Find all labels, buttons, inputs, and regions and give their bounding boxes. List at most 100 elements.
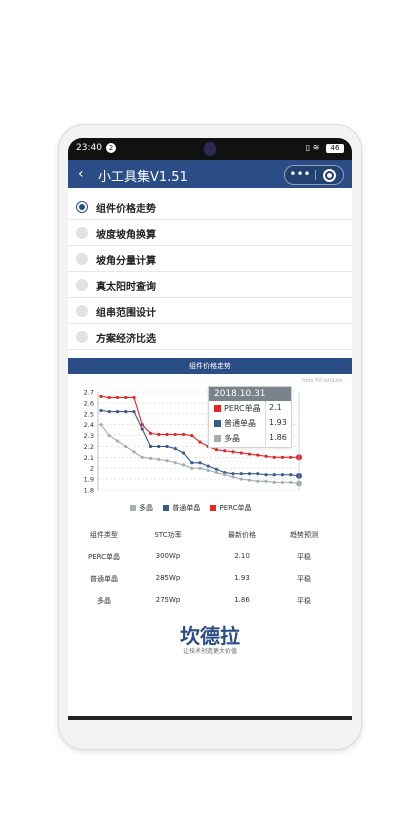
table-header-cell: 最新价格: [228, 531, 256, 539]
y-tick-label: 2: [90, 465, 94, 473]
tool-menu: 组件价格走势 坡度坡角换算 坡角分量计算 真太阳时查询 组串范围设计 方案经济比…: [68, 194, 352, 350]
data-point: [247, 478, 252, 482]
menu-item-plan-compare[interactable]: 方案经济比选: [68, 324, 352, 350]
data-point: [157, 444, 161, 449]
tooltip-divider: [265, 416, 266, 431]
tooltip-divider: [265, 401, 266, 416]
data-point: [264, 479, 268, 483]
data-point: [99, 394, 103, 398]
table-row: 普通单晶 285Wp 1.93 平稳: [68, 570, 352, 592]
price-table: 组件类型 STC功率 最新价格 趋势预测 PERC单晶 300Wp 2.10 平…: [68, 526, 352, 614]
camera-icon: [204, 142, 216, 156]
menu-item-slope-convert[interactable]: 坡度坡角换算: [68, 220, 352, 246]
brand-slogan: 让技术创造更大价值: [182, 648, 237, 655]
app-title: 小工具集V1.51: [98, 170, 188, 185]
data-point: [148, 431, 153, 435]
data-point: [289, 473, 293, 477]
table-cell: 平稳: [297, 575, 311, 583]
tooltip-series-value: 1.93: [269, 418, 287, 427]
data-point: [173, 447, 177, 451]
table-cell: 1.86: [234, 596, 250, 604]
tooltip-series-name: PERC单晶: [224, 404, 261, 413]
data-point: [190, 433, 194, 438]
chart-legend: 多晶 普通单晶 PERC单晶: [130, 503, 260, 513]
data-point: [99, 408, 103, 413]
menu-item-solar-time[interactable]: 真太阳时查询: [68, 272, 352, 298]
data-point: [280, 473, 285, 477]
data-point: [132, 450, 136, 454]
mini-program-capsule: •••: [284, 165, 344, 185]
data-point: [239, 472, 243, 476]
status-bar: 23:40 2 ▯ ≋ 46: [68, 138, 352, 160]
y-tick-label: 2.4: [84, 421, 94, 429]
brand-logo-text: 坎德拉: [180, 624, 240, 648]
wifi-icon: ≋: [312, 143, 320, 152]
table-cell: 普通单晶: [90, 575, 118, 583]
data-point: [289, 480, 293, 484]
section-title-bar: 组件价格走势: [68, 358, 352, 374]
status-time: 23:40: [76, 143, 102, 153]
table-header: 组件类型 STC功率 最新价格 趋势预测: [68, 526, 352, 548]
data-point: [206, 464, 210, 468]
more-dots-icon[interactable]: •••: [285, 166, 315, 184]
data-point: [124, 395, 128, 400]
tooltip-row: PERC单晶 2.1: [209, 401, 291, 416]
data-point: [272, 480, 276, 484]
close-target-icon[interactable]: [323, 169, 336, 182]
radio-icon[interactable]: [76, 305, 88, 317]
data-point: [289, 455, 293, 459]
tooltip-series-name: 普通单晶: [224, 419, 256, 428]
data-point: [214, 470, 219, 475]
data-point: [214, 448, 219, 452]
tooltip-series-value: 1.86: [269, 433, 287, 442]
screen-bottom-edge: [68, 716, 352, 720]
y-tick-label: 1.8: [84, 487, 94, 495]
y-tick-label: 2.6: [84, 399, 94, 407]
menu-item-angle-component[interactable]: 坡角分量计算: [68, 246, 352, 272]
radio-icon[interactable]: [76, 253, 88, 265]
table-cell: 300Wp: [155, 552, 181, 560]
table-cell: 多晶: [97, 597, 111, 605]
data-point: [115, 439, 120, 443]
data-point: [107, 395, 111, 400]
data-point: [124, 444, 128, 449]
menu-item-string-design[interactable]: 组串范围设计: [68, 298, 352, 324]
status-icons: ▯ ≋ 46: [306, 143, 344, 153]
data-point: [190, 461, 194, 465]
data-point: [239, 477, 243, 481]
legend-label: PERC单晶: [219, 504, 252, 512]
y-tick-label: 2.2: [84, 443, 94, 451]
data-point: [157, 457, 161, 462]
data-point: [264, 473, 268, 477]
data-point: [190, 466, 194, 470]
data-point: [264, 454, 268, 458]
back-arrow-icon[interactable]: ‹: [78, 166, 84, 182]
menu-item-price-trend[interactable]: 组件价格走势: [68, 194, 352, 220]
data-point: [280, 455, 285, 459]
menu-item-label: 真太阳时查询: [96, 282, 156, 293]
radio-icon[interactable]: [76, 227, 88, 239]
legend-item-multi[interactable]: 多晶: [130, 503, 153, 513]
legend-item-mono[interactable]: 普通单晶: [163, 503, 200, 513]
menu-item-label: 方案经济比选: [96, 334, 156, 345]
table-cell: 2.10: [234, 552, 250, 560]
data-point: [132, 395, 136, 400]
y-tick-label: 2.1: [84, 454, 94, 462]
data-point: [140, 427, 144, 431]
y-tick-label: 2.3: [84, 432, 94, 440]
data-point: [165, 444, 169, 449]
table-cell: 275Wp: [155, 596, 181, 604]
legend-item-perc[interactable]: PERC单晶: [210, 503, 252, 513]
y-tick-label: 2.7: [84, 389, 94, 397]
data-point: [206, 468, 210, 472]
data-point: [256, 472, 260, 476]
radio-icon[interactable]: [76, 279, 88, 291]
table-cell: 1.93: [234, 574, 250, 582]
data-point: [165, 459, 169, 463]
radio-icon[interactable]: [76, 331, 88, 343]
data-point: [124, 410, 128, 414]
data-point: [148, 456, 153, 461]
data-point: [272, 455, 276, 459]
tooltip-swatch: [214, 420, 221, 427]
radio-selected-icon[interactable]: [76, 201, 88, 213]
